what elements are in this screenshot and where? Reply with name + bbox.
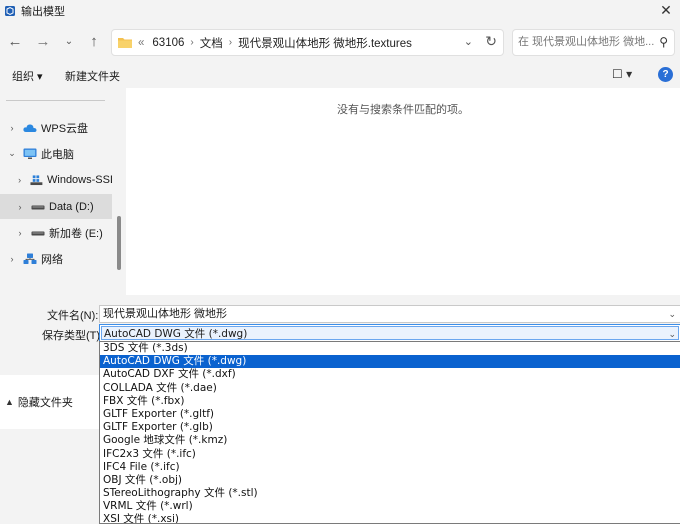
drive-icon [31,231,45,235]
save-type-option[interactable]: OBJ 文件 (*.obj) [100,474,680,487]
sidebar-item-label: Data (D:) [49,200,94,213]
chevron-up-icon: ▲ [5,397,14,407]
expand-chevron-icon[interactable]: › [15,228,25,238]
save-type-label: 保存类型(T): [42,330,104,342]
navigation-row: ← → ⌄ ↑ « 63106 › 文档 › 现代景观山体地形 微地形.text… [0,22,680,62]
save-type-value: AutoCAD DWG 文件 (*.dwg) [101,326,679,340]
search-input[interactable]: 在 现代景观山体地形 微地... ⚲ [512,29,675,56]
help-icon[interactable]: ? [658,67,673,82]
sidebar-item-label: 此电脑 [41,148,74,161]
sidebar-item-data-d[interactable]: › Data (D:) [0,194,112,219]
navigation-pane: › WPS云盘 ⌄ 此电脑 › Windows-SSD › Data (D:) … [0,88,126,295]
windows-drive-icon [30,174,43,185]
breadcrumb-item[interactable]: 现代景观山体地形 微地形.textures [238,35,412,51]
sidebar-item-label: 网络 [41,253,63,266]
breadcrumb-item[interactable]: 文档 [200,35,223,51]
command-toolbar: 组织 ▾ 新建文件夹 ☐ ▾ ? [0,62,680,88]
sidebar-item-wps-cloud[interactable]: › WPS云盘 [0,115,112,140]
address-bar[interactable]: « 63106 › 文档 › 现代景观山体地形 微地形.textures ⌄ ↻ [111,29,504,56]
save-type-option[interactable]: COLLADA 文件 (*.dae) [100,382,680,395]
sidebar-item-label: Windows-SSD [47,173,112,186]
filename-label: 文件名(N): [47,310,99,322]
expand-chevron-icon[interactable]: › [15,175,24,185]
nav-scrollbar-thumb[interactable] [117,216,121,270]
expand-chevron-icon[interactable]: › [7,254,17,264]
address-history-chevron-icon[interactable]: ⌄ [464,35,473,48]
view-options-icon[interactable]: ☐ ▾ [612,67,632,81]
organize-button[interactable]: 组织 ▾ [12,68,43,84]
hide-folders-button[interactable]: ▲ 隐藏文件夹 [0,375,110,429]
save-type-option[interactable]: 3DS 文件 (*.3ds) [100,342,680,355]
save-type-select[interactable]: AutoCAD DWG 文件 (*.dwg) ⌄ [99,324,680,342]
expand-chevron-icon[interactable]: ⌄ [7,148,17,159]
network-icon [23,253,37,264]
folder-icon [118,38,132,48]
save-type-option[interactable]: XSI 文件 (*.xsi) [100,513,680,523]
sidebar-item-new-volume-e[interactable]: › 新加卷 (E:) [0,220,112,245]
window-title: 输出模型 [21,6,65,18]
filename-field[interactable]: 现代景观山体地形 微地形 ⌄ [99,305,680,323]
sketchup-app-icon [5,6,15,16]
expand-chevron-icon[interactable]: › [7,123,17,133]
save-type-option[interactable]: AutoCAD DXF 文件 (*.dxf) [100,368,680,381]
title-bar: 输出模型 ✕ [0,0,680,22]
expand-chevron-icon[interactable]: › [15,202,25,212]
cloud-icon [23,123,37,132]
save-type-option[interactable]: VRML 文件 (*.wrl) [100,500,680,513]
drive-icon [31,205,45,209]
file-list-area[interactable]: 没有与搜索条件匹配的项。 [126,88,680,295]
arrow-up-icon[interactable]: ↑ [85,33,103,51]
sidebar-item-network[interactable]: › 网络 [0,246,112,271]
sidebar-item-this-pc[interactable]: ⌄ 此电脑 [0,141,112,166]
sidebar-item-windows-ssd[interactable]: › Windows-SSD [0,167,112,192]
arrow-left-icon[interactable]: ← [6,33,24,51]
save-type-option[interactable]: IFC4 File (*.ifc) [100,461,680,474]
pane-divider [6,100,105,101]
breadcrumb-separator: › [190,37,194,48]
chevron-down-icon[interactable]: ⌄ [60,33,78,51]
search-placeholder: 在 现代景观山体地形 微地... [518,36,655,48]
sidebar-item-label: 新加卷 (E:) [49,227,103,240]
filename-value: 现代景观山体地形 微地形 [103,308,228,320]
save-type-option[interactable]: AutoCAD DWG 文件 (*.dwg) [100,355,680,369]
breadcrumb-item[interactable]: 63106 [152,37,184,49]
hide-folders-label: 隐藏文件夹 [17,397,73,409]
computer-icon [23,148,37,159]
export-model-dialog: 输出模型 ✕ ← → ⌄ ↑ « 63106 › 文档 › 现代景观山体地形 微… [0,0,680,524]
chevron-down-icon[interactable]: ⌄ [668,306,676,322]
save-type-option[interactable]: GLTF Exporter (*.gltf) [100,408,680,421]
search-icon: ⚲ [659,35,668,49]
save-type-option[interactable]: FBX 文件 (*.fbx) [100,395,680,408]
refresh-icon[interactable]: ↻ [485,33,497,50]
empty-state-message: 没有与搜索条件匹配的项。 [337,104,469,116]
save-type-option[interactable]: IFC2x3 文件 (*.ifc) [100,448,680,461]
arrow-right-icon[interactable]: → [34,33,52,51]
close-icon[interactable]: ✕ [658,2,674,18]
save-type-option[interactable]: STereoLithography 文件 (*.stl) [100,487,680,500]
save-type-option[interactable]: Google 地球文件 (*.kmz) [100,434,680,447]
new-folder-button[interactable]: 新建文件夹 [65,68,120,84]
breadcrumb-overflow[interactable]: « [138,37,144,49]
chevron-down-icon[interactable]: ⌄ [668,326,676,342]
save-type-dropdown-list[interactable]: 3DS 文件 (*.3ds) AutoCAD DWG 文件 (*.dwg) Auto… [99,341,680,524]
breadcrumb-separator: › [228,37,233,48]
save-type-option[interactable]: GLTF Exporter (*.glb) [100,421,680,434]
sidebar-item-label: WPS云盘 [41,122,89,135]
